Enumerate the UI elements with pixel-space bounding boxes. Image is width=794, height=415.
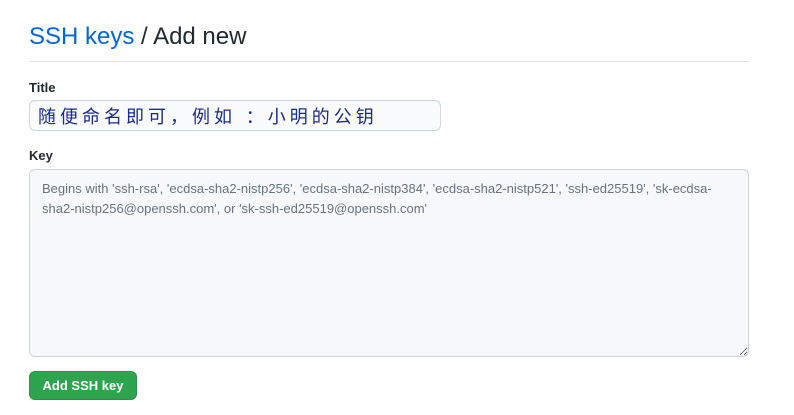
title-input[interactable] xyxy=(29,100,441,131)
page-title: SSH keys / Add new xyxy=(29,22,749,52)
breadcrumb-separator: / xyxy=(134,23,154,50)
breadcrumb-ssh-keys-link[interactable]: SSH keys xyxy=(29,23,134,50)
page-header: SSH keys / Add new xyxy=(29,22,749,62)
key-textarea[interactable] xyxy=(29,169,749,357)
add-ssh-key-button[interactable]: Add SSH key xyxy=(29,371,137,400)
key-label: Key xyxy=(29,148,53,163)
add-ssh-key-page: SSH keys / Add new Title Key Add SSH key xyxy=(0,0,794,415)
breadcrumb-current: Add new xyxy=(153,23,247,50)
title-label: Title xyxy=(29,80,56,95)
